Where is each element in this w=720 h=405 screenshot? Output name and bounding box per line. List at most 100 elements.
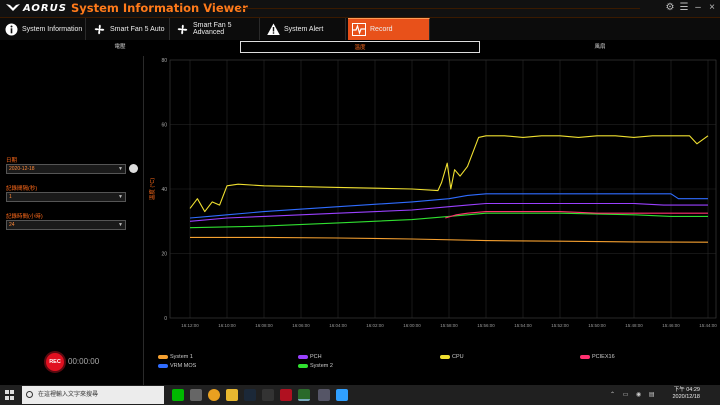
search-placeholder: 在這裡輸入文字來搜尋 [38, 392, 99, 398]
tab-system-alert[interactable]: System Alert [262, 18, 346, 40]
legend-label: System 1 [170, 354, 193, 360]
chart-legend: System 1 VRM MOS PCH System 2 CPU PCIEX1… [146, 352, 720, 374]
legend-swatch [580, 355, 590, 359]
chevron-down-icon: ▼ [118, 222, 123, 228]
tab-label: System Alert [284, 25, 324, 33]
chart-svg: 0 20 40 60 80 16:12:00 16:10:00 16:08:00 16:06:… [148, 58, 717, 328]
interval-select[interactable]: 1 ▼ [6, 192, 126, 202]
subtab-temperature[interactable]: 溫度 [240, 41, 480, 53]
app-icon-2[interactable] [262, 389, 274, 401]
legend-swatch [440, 355, 450, 359]
fan-icon [92, 22, 106, 36]
steam-icon[interactable] [244, 389, 256, 401]
app-icon-4[interactable] [336, 389, 348, 401]
date-value: 2020-12-18 [9, 166, 35, 172]
settings-button[interactable]: ⚙ [664, 1, 676, 15]
legend-label: PCH [310, 354, 322, 360]
warning-icon [266, 22, 280, 36]
subtab-voltage[interactable]: 電壓 [0, 41, 240, 53]
tab-smart-fan-auto[interactable]: Smart Fan 5 Auto [88, 18, 170, 40]
tab-record[interactable]: Record [348, 18, 430, 40]
y-ticks: 0 20 40 60 80 [161, 58, 167, 322]
legend-swatch [298, 364, 308, 368]
x-tick-label: 15:50:00 [588, 323, 606, 328]
x-ticks: 16:12:00 16:10:00 16:08:00 16:06:00 16:04:00… [181, 323, 717, 328]
folder-icon[interactable] [226, 389, 238, 401]
x-tick-label: 16:00:00 [403, 323, 421, 328]
date-select[interactable]: 2020-12-18 ▼ [6, 164, 126, 174]
legend-system2[interactable]: System 2 [298, 363, 333, 369]
y-tick-label: 20 [161, 252, 167, 258]
legend-system1[interactable]: System 1 [158, 354, 193, 360]
duration-select[interactable]: 24 ▼ [6, 220, 126, 230]
tab-smart-fan-advanced[interactable]: Smart Fan 5 Advanced [172, 18, 260, 40]
legend-swatch [158, 355, 168, 359]
brand-text: AORUS [23, 3, 67, 14]
x-tick-label: 15:58:00 [440, 323, 458, 328]
legend-pciex16[interactable]: PCIEX16 [580, 354, 615, 360]
chevron-down-icon: ▼ [118, 194, 123, 200]
x-tick-label: 16:06:00 [292, 323, 310, 328]
legend-cpu[interactable]: CPU [440, 354, 464, 360]
y-tick-label: 40 [161, 187, 167, 193]
interval-label: 記錄間隔(秒) [6, 186, 38, 192]
subtab-fan[interactable]: 風扇 [480, 41, 720, 53]
tab-label: Record [370, 26, 393, 33]
temperature-chart: 0 20 40 60 80 16:12:00 16:10:00 16:08:00 16:06:… [146, 56, 720, 346]
line-app-icon[interactable] [172, 389, 184, 401]
windows-start-icon[interactable] [3, 388, 17, 402]
x-tick-label: 15:54:00 [514, 323, 532, 328]
duration-label: 記錄時間(小時) [6, 214, 43, 220]
taskbar: 在這裡輸入文字來搜尋 ⌃ ▭ ◉ ▤ 下午 04:29 2020/12/18 [0, 385, 720, 405]
rec-timer: 00:00:00 [68, 357, 100, 366]
menu-button[interactable]: ☰ [678, 1, 690, 15]
calendar-icon[interactable] [129, 164, 138, 173]
legend-label: VRM MOS [170, 363, 197, 369]
legend-label: System 2 [310, 363, 333, 369]
minimize-button[interactable]: – [692, 1, 704, 15]
chrome-icon[interactable] [208, 389, 220, 401]
clock-time: 下午 04:29 [673, 387, 700, 393]
fan-icon [176, 22, 189, 36]
legend-swatch [298, 355, 308, 359]
app-title: System Information Viewer [71, 1, 248, 15]
info-icon [4, 22, 18, 36]
legend-vrm-mos[interactable]: VRM MOS [158, 363, 196, 369]
system-info-viewer-taskbar-icon[interactable] [298, 389, 310, 401]
x-tick-label: 16:04:00 [329, 323, 347, 328]
app-icon-3[interactable] [318, 389, 330, 401]
tab-system-information[interactable]: System Information [0, 18, 86, 40]
aorus-app-icon[interactable] [280, 389, 292, 401]
system-tray-icons[interactable]: ⌃ ▭ ◉ ▤ [610, 391, 658, 398]
title-bar: AORUS System Information Viewer ⚙ ☰ – × [0, 0, 720, 18]
clock-date: 2020/12/18 [672, 394, 700, 400]
x-tick-label: 16:08:00 [255, 323, 273, 328]
main-tabs: System Information Smart Fan 5 Auto Smar… [0, 18, 720, 40]
taskbar-search-input[interactable]: 在這裡輸入文字來搜尋 [22, 386, 164, 404]
y-tick-label: 80 [161, 58, 167, 64]
taskbar-clock[interactable]: 下午 04:29 2020/12/18 [672, 387, 700, 401]
title-decoration [240, 8, 640, 9]
tab-label: Smart Fan 5 Auto [110, 25, 165, 33]
legend-label: PCIEX16 [592, 354, 615, 360]
x-tick-label: 16:10:00 [218, 323, 236, 328]
pulse-icon [352, 23, 366, 37]
x-tick-label: 15:46:00 [662, 323, 680, 328]
x-tick-label: 15:52:00 [551, 323, 569, 328]
interval-value: 1 [9, 194, 12, 200]
tab-label: System Information [22, 25, 83, 33]
aorus-logo: AORUS [6, 2, 67, 14]
x-tick-label: 15:56:00 [477, 323, 495, 328]
tab-label: Smart Fan 5 Advanced [193, 22, 232, 36]
chevron-down-icon: ▼ [118, 166, 123, 172]
x-tick-label: 15:48:00 [625, 323, 643, 328]
y-axis-label: 溫度 (°C) [148, 178, 156, 201]
close-button[interactable]: × [706, 1, 718, 15]
app-icon[interactable] [190, 389, 202, 401]
eagle-icon [6, 4, 20, 11]
legend-pch[interactable]: PCH [298, 354, 322, 360]
duration-value: 24 [9, 222, 15, 228]
x-tick-label: 16:02:00 [366, 323, 384, 328]
y-tick-label: 0 [164, 316, 167, 322]
rec-button[interactable]: REC [46, 353, 64, 371]
